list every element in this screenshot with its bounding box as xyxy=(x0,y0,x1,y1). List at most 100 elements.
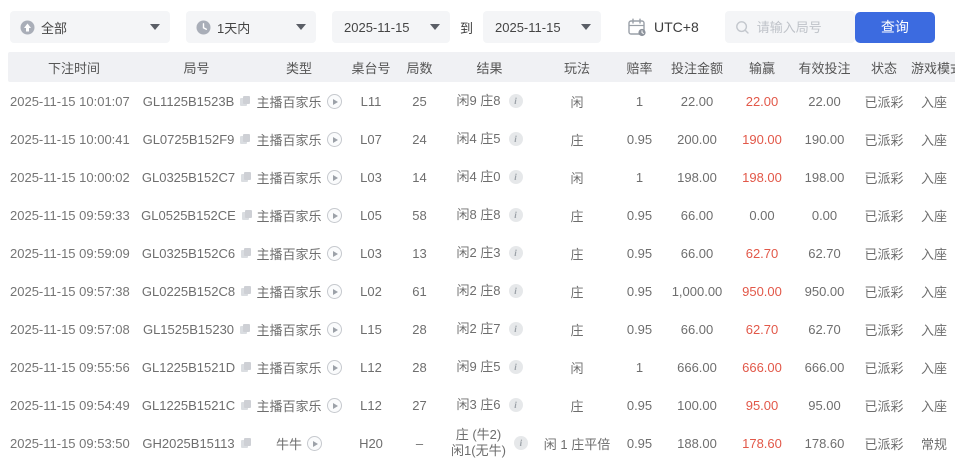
table-row: 2025-11-15 10:00:02 GL0325B152C7 主播百家乐 L… xyxy=(8,158,955,196)
round-id-value: GL0325B152C6 xyxy=(141,245,236,261)
odds-cell: 0.95 xyxy=(626,435,653,451)
game-mode-cell: 入座 xyxy=(920,170,947,186)
odds-cell: 0.95 xyxy=(626,321,653,337)
col-header-valid-bet: 有效投注 xyxy=(792,52,857,82)
table-row: 2025-11-15 10:01:07 GL1125B1523B 主播百家乐 L… xyxy=(8,82,955,120)
col-header-result: 结果 xyxy=(442,52,537,82)
status-cell: 已派彩 xyxy=(864,436,904,452)
table-row: 2025-11-15 09:55:56 GL1225B1521D 主播百家乐 L… xyxy=(8,348,955,386)
play-video-icon[interactable] xyxy=(326,359,342,375)
result-value: 闲2 庄7 xyxy=(456,320,501,336)
copy-icon[interactable] xyxy=(240,437,251,449)
bet-amount-cell: 1,000.00 xyxy=(671,283,723,299)
status-cell: 已派彩 xyxy=(864,284,904,300)
info-icon[interactable]: i xyxy=(508,94,523,108)
table-row: 2025-11-15 09:53:50 GH2025B15113 牛牛 H20 … xyxy=(8,424,955,462)
table-row: 2025-11-15 09:54:49 GL1225B1521C 主播百家乐 L… xyxy=(8,386,955,424)
play-cell: 闲 xyxy=(570,360,584,376)
odds-cell: 1 xyxy=(635,93,644,109)
col-header-type: 类型 xyxy=(253,52,345,82)
win-loss-cell: 666.00 xyxy=(742,359,782,375)
time-range-select[interactable]: 1天内 xyxy=(186,11,316,43)
game-mode-cell: 入座 xyxy=(920,360,947,376)
result-cell: 闲2 庄3 i xyxy=(442,234,537,272)
play-video-icon[interactable] xyxy=(326,131,342,147)
win-loss-cell: 198.00 xyxy=(742,169,782,185)
play-video-icon[interactable] xyxy=(326,169,342,185)
play-video-icon[interactable] xyxy=(326,207,342,223)
copy-icon[interactable] xyxy=(241,285,252,297)
bet-time-cell: 2025-11-15 09:59:09 xyxy=(10,245,130,261)
round-id-cell: GL1225B1521C xyxy=(140,386,253,424)
rounds-cell: 28 xyxy=(412,321,427,337)
round-search-input[interactable] xyxy=(756,19,849,35)
category-select[interactable]: 全部 xyxy=(10,11,170,43)
copy-icon[interactable] xyxy=(241,247,252,259)
game-mode-cell: 入座 xyxy=(920,284,947,300)
bet-amount-cell: 66.00 xyxy=(680,245,714,261)
play-video-icon[interactable] xyxy=(326,245,342,261)
round-id-cell: GL0325B152C6 xyxy=(140,234,253,272)
play-video-icon[interactable] xyxy=(307,435,322,451)
play-cell: 庄 xyxy=(570,322,584,338)
game-type-value: 主播百家乐 xyxy=(256,322,322,338)
info-icon[interactable]: i xyxy=(508,360,523,374)
table-no-cell: L03 xyxy=(360,169,382,185)
game-mode-cell: 入座 xyxy=(920,94,947,110)
win-loss-cell: 22.00 xyxy=(745,93,779,109)
result-cell: 闲9 庄8 i xyxy=(442,82,537,120)
info-icon[interactable]: i xyxy=(508,132,523,146)
game-type-value: 主播百家乐 xyxy=(256,94,322,110)
win-loss-cell: 0.00 xyxy=(749,207,775,223)
query-button[interactable]: 查询 xyxy=(854,11,935,43)
info-icon[interactable]: i xyxy=(508,170,523,184)
info-icon[interactable]: i xyxy=(508,398,523,412)
copy-icon[interactable] xyxy=(241,399,252,411)
info-icon[interactable]: i xyxy=(508,284,523,298)
round-id-value: GL0325B152C7 xyxy=(141,169,236,185)
date-from-select[interactable]: 2025-11-15 xyxy=(332,11,450,43)
info-icon[interactable]: i xyxy=(513,436,528,450)
table-no-cell: H20 xyxy=(359,435,383,451)
play-video-icon[interactable] xyxy=(326,321,342,337)
play-cell: 庄 xyxy=(570,284,584,300)
status-cell: 已派彩 xyxy=(864,208,904,224)
play-video-icon[interactable] xyxy=(326,397,342,413)
round-id-cell: GL0225B152C8 xyxy=(140,272,253,310)
info-icon[interactable]: i xyxy=(508,322,523,336)
result-value: 闲2 庄8 xyxy=(456,282,501,298)
timezone-indicator: UTC+8 xyxy=(627,17,699,37)
bet-amount-cell: 200.00 xyxy=(677,131,717,147)
rounds-cell: 25 xyxy=(412,93,427,109)
table-no-cell: L15 xyxy=(360,321,382,337)
info-icon[interactable]: i xyxy=(508,246,523,260)
chevron-down-icon xyxy=(150,24,160,30)
play-video-icon[interactable] xyxy=(326,283,342,299)
game-type-value: 主播百家乐 xyxy=(256,132,322,148)
odds-cell: 1 xyxy=(635,359,644,375)
play-video-icon[interactable] xyxy=(326,93,342,109)
col-header-win-loss: 输赢 xyxy=(732,52,792,82)
col-header-table-no: 桌台号 xyxy=(345,52,397,82)
copy-icon[interactable] xyxy=(241,209,252,221)
type-cell: 主播百家乐 xyxy=(253,234,345,272)
col-header-round-id: 局号 xyxy=(140,52,253,82)
type-cell: 主播百家乐 xyxy=(253,196,345,234)
copy-icon[interactable] xyxy=(240,323,251,335)
win-loss-cell: 95.00 xyxy=(745,397,779,413)
result-value: 闲9 庄5 xyxy=(456,358,501,374)
round-id-cell: GL0725B152F9 xyxy=(140,120,253,158)
copy-icon[interactable] xyxy=(240,95,251,107)
copy-icon[interactable] xyxy=(240,133,251,145)
rounds-cell: 14 xyxy=(412,169,427,185)
date-to-select[interactable]: 2025-11-15 xyxy=(483,11,602,43)
copy-icon[interactable] xyxy=(241,361,252,373)
info-icon[interactable]: i xyxy=(508,208,523,222)
round-id-value: GL1225B1521C xyxy=(141,397,236,413)
chevron-down-icon xyxy=(430,24,440,30)
round-search-box[interactable] xyxy=(724,11,855,43)
game-type-value: 主播百家乐 xyxy=(256,208,322,224)
date-from-value: 2025-11-15 xyxy=(344,19,410,35)
copy-icon[interactable] xyxy=(241,171,252,183)
type-cell: 主播百家乐 xyxy=(253,272,345,310)
